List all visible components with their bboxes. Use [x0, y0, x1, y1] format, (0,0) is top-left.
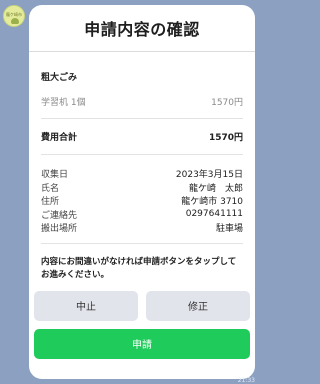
- total-label: 費用合計: [41, 133, 78, 143]
- bot-avatar[interactable]: 龍ケ崎市: [3, 5, 25, 27]
- confirmation-card: 申請内容の確認 粗大ごみ 学習机 1個 1570円 費用合計 1570円 収集日…: [29, 5, 255, 379]
- total-value: 1570円: [208, 133, 243, 143]
- apply-button[interactable]: 申請: [34, 328, 250, 359]
- detail-row-pickup-location: 搬出場所 駐車場: [41, 221, 243, 235]
- card-header: 申請内容の確認: [29, 5, 255, 52]
- detail-row-address: 住所 龍ケ崎市 3710: [41, 194, 243, 208]
- card-content: 粗大ごみ 学習机 1個 1570円 費用合計 1570円 収集日 2023年3月…: [29, 70, 255, 282]
- detail-label: 収集日: [41, 170, 69, 181]
- detail-value: 0297641111: [185, 209, 243, 220]
- action-buttons: 中止 修正: [29, 290, 255, 321]
- total-row: 費用合計 1570円: [41, 130, 243, 143]
- detail-value: 2023年3月15日: [175, 170, 243, 181]
- stop-button[interactable]: 中止: [34, 290, 138, 321]
- details-list: 収集日 2023年3月15日 氏名 龍ケ崎 太郎 住所 龍ケ崎市 3710 ご連…: [41, 167, 243, 235]
- detail-row-name: 氏名 龍ケ崎 太郎: [41, 181, 243, 195]
- detail-label: 搬出場所: [41, 224, 78, 235]
- item-section-title: 粗大ごみ: [41, 73, 78, 83]
- detail-value: 龍ケ崎市 3710: [181, 197, 243, 208]
- detail-label: 住所: [41, 197, 60, 208]
- edit-button[interactable]: 修正: [146, 290, 250, 321]
- divider: [41, 118, 243, 119]
- message-timestamp: 21:33: [237, 377, 255, 384]
- item-price: 1570円: [211, 98, 243, 108]
- divider: [41, 154, 243, 155]
- avatar-mascot-icon: [11, 18, 19, 24]
- detail-value: 駐車場: [215, 224, 243, 235]
- avatar-logo-text: 龍ケ崎市: [6, 12, 22, 17]
- detail-row-contact: ご連絡先 0297641111: [41, 208, 243, 222]
- item-row: 学習机 1個 1570円: [41, 95, 243, 108]
- detail-value: 龍ケ崎 太郎: [188, 183, 243, 194]
- detail-row-collection-date: 収集日 2023年3月15日: [41, 167, 243, 181]
- notice-text: 内容にお間違いがなければ申請ボタンをタップしてお進みください。: [41, 256, 237, 280]
- detail-label: 氏名: [41, 183, 60, 194]
- card-title: 申請内容の確認: [84, 20, 200, 39]
- divider: [41, 242, 243, 244]
- item-name: 学習机 1個: [41, 98, 86, 108]
- detail-label: ご連絡先: [41, 210, 78, 221]
